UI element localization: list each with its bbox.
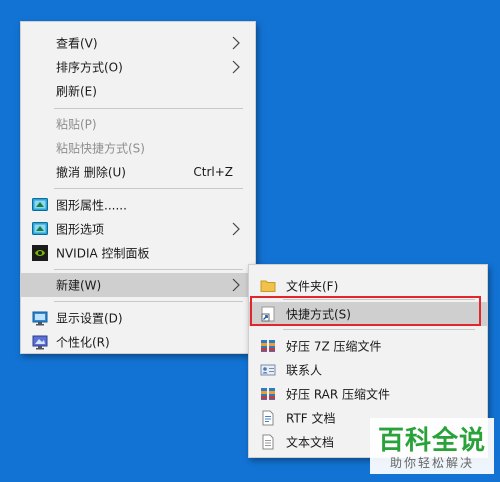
display-settings-icon <box>32 311 48 326</box>
menu-item-label: 排序方式(O) <box>56 60 123 75</box>
archive-icon <box>261 340 275 352</box>
intel-graphics-icon <box>32 222 48 235</box>
menu-item-label: 个性化(R) <box>56 335 110 350</box>
watermark-subtitle: 助你轻松解决 <box>389 456 474 470</box>
submenu-item-contact[interactable]: 联系人 <box>249 358 487 382</box>
personalize-icon <box>32 335 48 350</box>
menu-item-personalize[interactable]: 个性化(R) <box>21 330 255 354</box>
menu-item-label: NVIDIA 控制面板 <box>56 246 150 261</box>
folder-icon <box>260 280 276 292</box>
menu-item-refresh[interactable]: 刷新(E) <box>21 79 255 103</box>
menu-separator <box>54 301 243 302</box>
desktop-context-menu: 查看(V) 排序方式(O) 刷新(E) 粘贴(P) 粘贴快捷方式(S) 撤消 删… <box>20 21 256 354</box>
menu-item-label: 好压 7Z 压缩文件 <box>286 339 382 354</box>
menu-item-label: 粘贴(P) <box>56 117 97 132</box>
menu-item-label: RTF 文档 <box>286 411 336 426</box>
menu-item-graphics-options[interactable]: 图形选项 <box>21 217 255 241</box>
intel-graphics-icon <box>32 198 48 211</box>
chevron-right-icon <box>232 278 240 292</box>
submenu-item-folder[interactable]: 文件夹(F) <box>249 274 487 298</box>
chevron-right-icon <box>232 60 240 74</box>
menu-separator <box>54 188 243 189</box>
menu-item-label: 显示设置(D) <box>56 311 123 326</box>
menu-item-label: 图形属性...... <box>56 198 127 213</box>
menu-separator <box>283 329 475 330</box>
rtf-document-icon <box>262 410 274 426</box>
menu-item-label: 查看(V) <box>56 36 98 51</box>
submenu-item-haozip-rar[interactable]: 好压 RAR 压缩文件 <box>249 382 487 406</box>
menu-item-view[interactable]: 查看(V) <box>21 31 255 55</box>
highlight-annotation-box <box>250 296 481 326</box>
watermark-title: 百科全说 <box>377 426 486 456</box>
menu-item-label: 联系人 <box>286 363 323 378</box>
menu-item-label: 撤消 删除(U) <box>56 165 126 180</box>
nvidia-icon <box>32 245 48 261</box>
menu-item-paste-shortcut[interactable]: 粘贴快捷方式(S) <box>21 136 255 160</box>
chevron-right-icon <box>232 222 240 236</box>
keyboard-shortcut: Ctrl+Z <box>193 165 233 179</box>
menu-item-label: 粘贴快捷方式(S) <box>56 141 145 156</box>
text-document-icon <box>262 434 274 450</box>
watermark-logo: 百科全说 助你轻松解决 <box>370 418 494 474</box>
menu-item-label: 图形选项 <box>56 222 105 237</box>
menu-item-label: 刷新(E) <box>56 84 97 99</box>
contact-card-icon <box>260 364 276 376</box>
menu-item-undo-delete[interactable]: 撤消 删除(U) Ctrl+Z <box>21 160 255 184</box>
menu-item-graphics-properties[interactable]: 图形属性...... <box>21 193 255 217</box>
menu-item-new[interactable]: 新建(W) <box>21 273 255 297</box>
menu-item-label: 新建(W) <box>56 278 102 293</box>
menu-item-label: 文件夹(F) <box>286 279 339 294</box>
chevron-right-icon <box>232 36 240 50</box>
menu-separator <box>54 269 243 270</box>
menu-item-paste[interactable]: 粘贴(P) <box>21 112 255 136</box>
menu-separator <box>54 108 243 109</box>
menu-item-display-settings[interactable]: 显示设置(D) <box>21 306 255 330</box>
menu-item-sort[interactable]: 排序方式(O) <box>21 55 255 79</box>
menu-item-label: 文本文档 <box>286 435 335 450</box>
archive-icon <box>261 388 275 400</box>
submenu-item-haozip-7z[interactable]: 好压 7Z 压缩文件 <box>249 334 487 358</box>
menu-item-label: 好压 RAR 压缩文件 <box>286 387 391 402</box>
menu-item-nvidia-control-panel[interactable]: NVIDIA 控制面板 <box>21 241 255 265</box>
